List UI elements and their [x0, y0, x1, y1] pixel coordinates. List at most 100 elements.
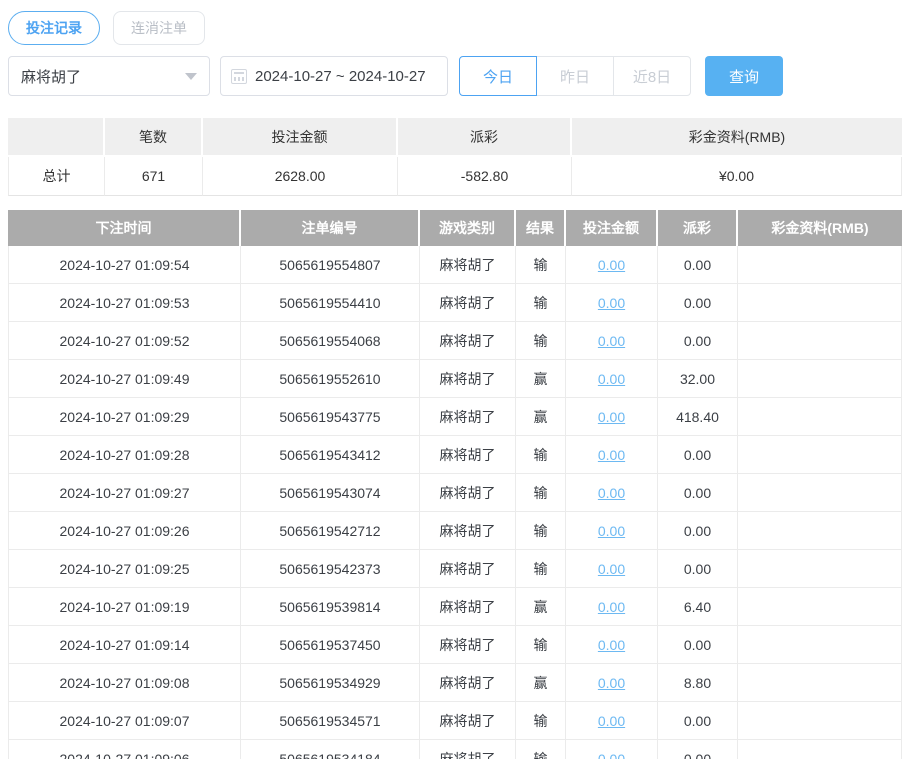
order-number-cell: 5065619534571 [241, 702, 420, 740]
yesterday-button[interactable]: 昨日 [536, 56, 614, 96]
order-number-cell: 5065619543074 [241, 474, 420, 512]
bet-amount-link[interactable]: 0.00 [598, 409, 625, 425]
bet-amount-cell: 0.00 [566, 664, 658, 702]
order-number-cell: 5065619554807 [241, 246, 420, 284]
bonus-cell [738, 284, 902, 322]
game-type-cell: 麻将胡了 [420, 740, 516, 759]
payout-cell: 418.40 [658, 398, 738, 436]
table-row: 2024-10-27 01:09:265065619542712麻将胡了输0.0… [8, 512, 902, 550]
header-bet-amount: 投注金额 [566, 210, 658, 246]
header-result: 结果 [516, 210, 566, 246]
query-button[interactable]: 查询 [705, 56, 783, 96]
order-number-cell: 5065619537450 [241, 626, 420, 664]
header-game-type: 游戏类别 [420, 210, 516, 246]
payout-cell: 0.00 [658, 246, 738, 284]
bet-time-cell: 2024-10-27 01:09:06 [8, 740, 241, 759]
bet-time-cell: 2024-10-27 01:09:54 [8, 246, 241, 284]
summary-header-blank [8, 118, 105, 157]
order-number-cell: 5065619554410 [241, 284, 420, 322]
bet-amount-link[interactable]: 0.00 [598, 371, 625, 387]
bet-amount-link[interactable]: 0.00 [598, 523, 625, 539]
bet-amount-cell: 0.00 [566, 474, 658, 512]
game-type-cell: 麻将胡了 [420, 512, 516, 550]
result-cell: 输 [516, 284, 566, 322]
bonus-cell [738, 474, 902, 512]
table-row: 2024-10-27 01:09:535065619554410麻将胡了输0.0… [8, 284, 902, 322]
bet-amount-link[interactable]: 0.00 [598, 257, 625, 273]
bet-amount-link[interactable]: 0.00 [598, 713, 625, 729]
payout-cell: 6.40 [658, 588, 738, 626]
result-cell: 输 [516, 512, 566, 550]
bet-amount-link[interactable]: 0.00 [598, 637, 625, 653]
bet-amount-link[interactable]: 0.00 [598, 333, 625, 349]
table-row: 2024-10-27 01:09:195065619539814麻将胡了赢0.0… [8, 588, 902, 626]
payout-cell: 0.00 [658, 740, 738, 759]
game-select-value: 麻将胡了 [21, 66, 185, 87]
records-section: 下注时间 注单编号 游戏类别 结果 投注金额 派彩 彩金资料(RMB) 2024… [0, 210, 910, 759]
header-order-number: 注单编号 [241, 210, 420, 246]
records-body: 2024-10-27 01:09:545065619554807麻将胡了输0.0… [8, 246, 902, 759]
bet-time-cell: 2024-10-27 01:09:25 [8, 550, 241, 588]
records-header-row: 下注时间 注单编号 游戏类别 结果 投注金额 派彩 彩金资料(RMB) [8, 210, 902, 246]
result-cell: 输 [516, 474, 566, 512]
result-cell: 输 [516, 702, 566, 740]
bonus-cell [738, 702, 902, 740]
bet-amount-link[interactable]: 0.00 [598, 751, 625, 759]
header-bet-time: 下注时间 [8, 210, 241, 246]
bet-time-cell: 2024-10-27 01:09:53 [8, 284, 241, 322]
game-type-cell: 麻将胡了 [420, 588, 516, 626]
bet-amount-link[interactable]: 0.00 [598, 447, 625, 463]
table-row: 2024-10-27 01:09:255065619542373麻将胡了输0.0… [8, 550, 902, 588]
tabs-row: 投注记录 连消注单 [0, 0, 910, 45]
summary-header-bet-amount: 投注金额 [203, 118, 398, 157]
bet-amount-link[interactable]: 0.00 [598, 675, 625, 691]
tab-cancelled-orders[interactable]: 连消注单 [113, 11, 205, 45]
bonus-cell [738, 398, 902, 436]
date-range-value: 2024-10-27 ~ 2024-10-27 [255, 68, 426, 85]
header-bonus: 彩金资料(RMB) [738, 210, 902, 246]
order-number-cell: 5065619543775 [241, 398, 420, 436]
bet-amount-link[interactable]: 0.00 [598, 561, 625, 577]
summary-table: 笔数 投注金额 派彩 彩金资料(RMB) 总计 671 2628.00 -582… [8, 118, 902, 196]
summary-total-bet-amount: 2628.00 [203, 157, 398, 196]
game-select[interactable]: 麻将胡了 [8, 56, 210, 96]
bet-amount-cell: 0.00 [566, 588, 658, 626]
summary-header-payout: 派彩 [398, 118, 572, 157]
last-8-days-button[interactable]: 近8日 [613, 56, 691, 96]
order-number-cell: 5065619534184 [241, 740, 420, 759]
payout-cell: 0.00 [658, 550, 738, 588]
summary-total-row: 总计 671 2628.00 -582.80 ¥0.00 [8, 157, 902, 196]
summary-total-count: 671 [105, 157, 203, 196]
order-number-cell: 5065619554068 [241, 322, 420, 360]
bet-amount-cell: 0.00 [566, 436, 658, 474]
order-number-cell: 5065619542373 [241, 550, 420, 588]
bet-amount-cell: 0.00 [566, 740, 658, 759]
bet-time-cell: 2024-10-27 01:09:27 [8, 474, 241, 512]
today-button[interactable]: 今日 [459, 56, 537, 96]
bet-amount-link[interactable]: 0.00 [598, 485, 625, 501]
bet-amount-link[interactable]: 0.00 [598, 295, 625, 311]
result-cell: 赢 [516, 664, 566, 702]
bonus-cell [738, 436, 902, 474]
bet-amount-link[interactable]: 0.00 [598, 599, 625, 615]
table-row: 2024-10-27 01:09:275065619543074麻将胡了输0.0… [8, 474, 902, 512]
payout-cell: 0.00 [658, 322, 738, 360]
bonus-cell [738, 512, 902, 550]
payout-cell: 32.00 [658, 360, 738, 398]
bet-amount-cell: 0.00 [566, 398, 658, 436]
result-cell: 赢 [516, 588, 566, 626]
date-range-input[interactable]: 2024-10-27 ~ 2024-10-27 [220, 56, 448, 96]
result-cell: 输 [516, 436, 566, 474]
summary-total-payout: -582.80 [398, 157, 572, 196]
tab-betting-records[interactable]: 投注记录 [8, 11, 100, 45]
game-type-cell: 麻将胡了 [420, 626, 516, 664]
order-number-cell: 5065619552610 [241, 360, 420, 398]
result-cell: 赢 [516, 360, 566, 398]
table-row: 2024-10-27 01:09:085065619534929麻将胡了赢0.0… [8, 664, 902, 702]
table-row: 2024-10-27 01:09:285065619543412麻将胡了输0.0… [8, 436, 902, 474]
payout-cell: 0.00 [658, 626, 738, 664]
game-type-cell: 麻将胡了 [420, 702, 516, 740]
summary-total-bonus: ¥0.00 [572, 157, 902, 196]
payout-cell: 0.00 [658, 436, 738, 474]
bet-amount-cell: 0.00 [566, 246, 658, 284]
